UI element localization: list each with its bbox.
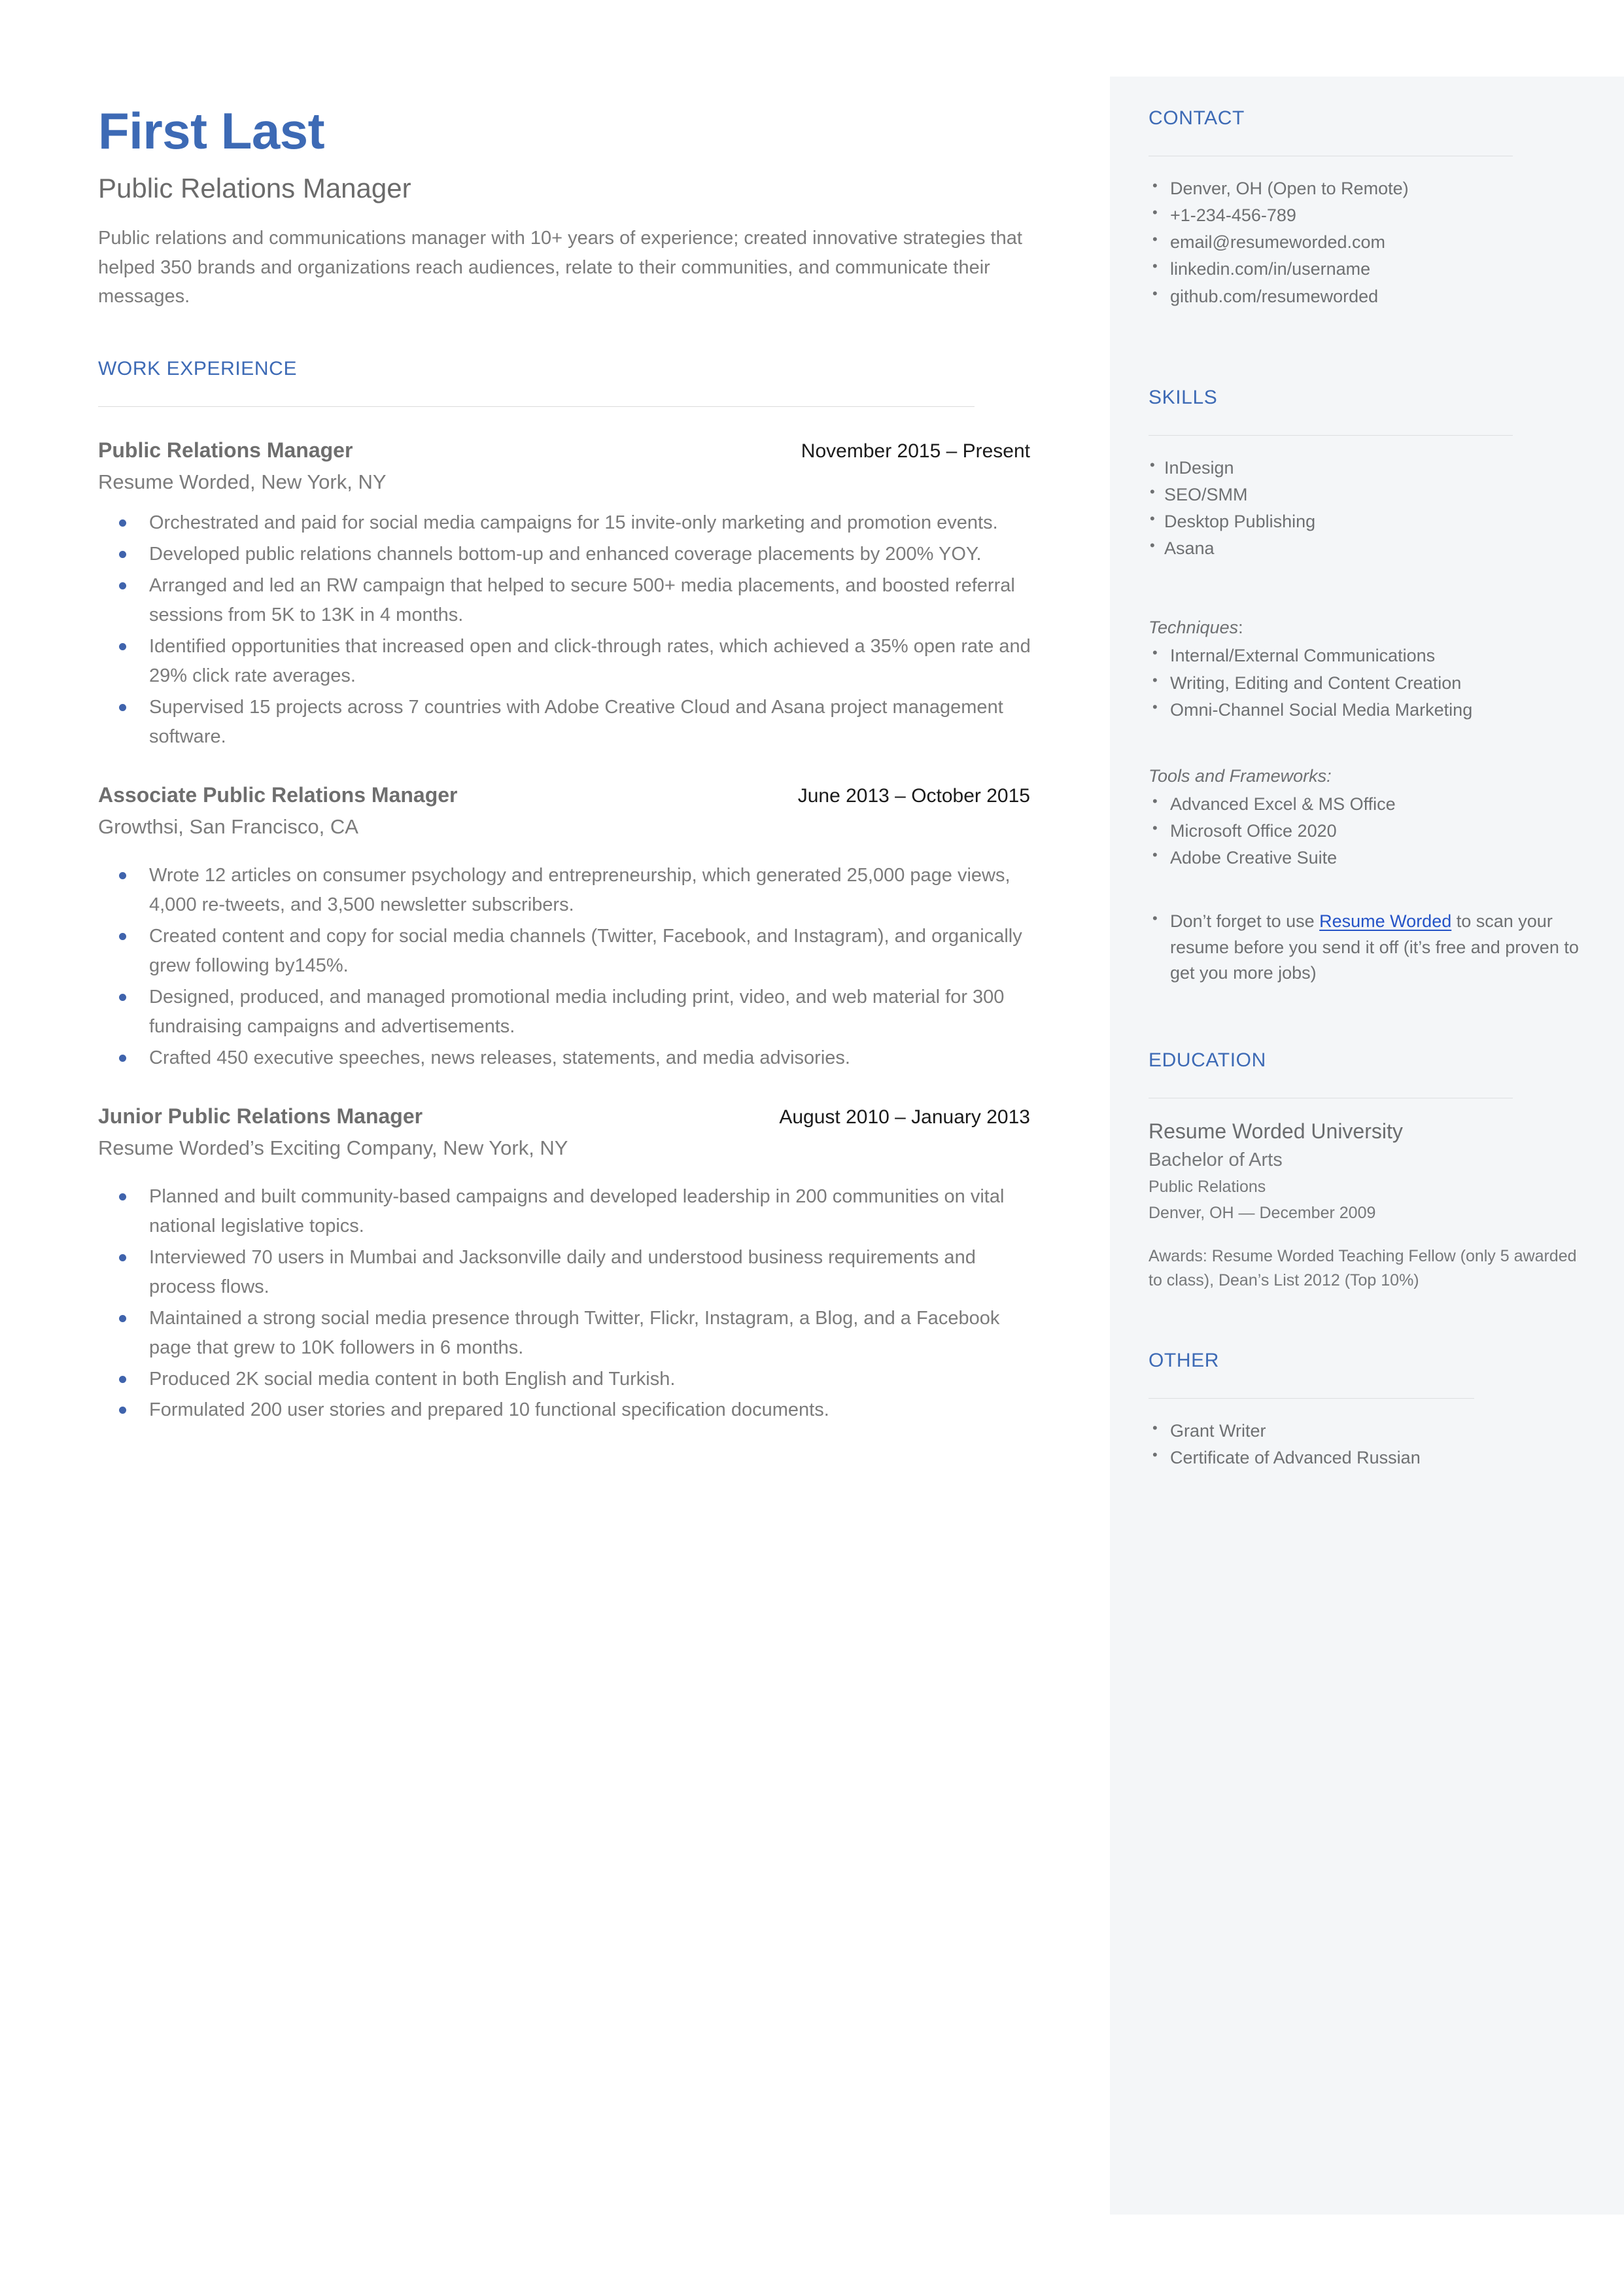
list-item: Microsoft Office 2020 [1149, 818, 1591, 844]
resume-page: CONTACT Denver, OH (Open to Remote) +1-2… [0, 0, 1624, 2295]
list-item: Asana [1149, 535, 1591, 561]
skills-heading: SKILLS [1149, 386, 1218, 408]
list-item: Planned and built community-based campai… [98, 1182, 1033, 1241]
education-awards: Awards: Resume Worded Teaching Fellow (o… [1149, 1246, 1577, 1290]
list-item: Adobe Creative Suite [1149, 845, 1591, 871]
job-company: Growthsi, San Francisco, CA [98, 815, 358, 838]
note-text: Don’t forget to use Resume Worded to sca… [1149, 908, 1591, 986]
work-experience-divider [98, 406, 975, 408]
job-company: Resume Worded, New York, NY [98, 470, 387, 494]
other-heading: OTHER [1149, 1349, 1219, 1371]
job-bullets: Wrote 12 articles on consumer psychology… [98, 861, 1033, 1073]
list-item: Identified opportunities that increased … [98, 632, 1033, 691]
list-item: +1-234-456-789 [1149, 202, 1591, 228]
other-section: OTHER Grant Writer Certificate of Advanc… [1149, 1350, 1591, 1471]
note-prefix: Don’t forget to use [1170, 911, 1320, 932]
other-divider [1149, 1397, 1474, 1399]
list-item: Internal/External Communications [1149, 642, 1591, 669]
list-item[interactable]: linkedin.com/in/username [1149, 256, 1591, 282]
sidebar-panel: CONTACT Denver, OH (Open to Remote) +1-2… [1110, 77, 1624, 2215]
list-item: Grant Writer [1149, 1418, 1591, 1444]
list-item: Writing, Editing and Content Creation [1149, 670, 1591, 696]
education-field: Public Relations [1149, 1178, 1266, 1197]
other-list: Grant Writer Certificate of Advanced Rus… [1149, 1418, 1591, 1471]
tools-list: Advanced Excel & MS Office Microsoft Off… [1149, 791, 1591, 871]
list-item: email@resumeworded.com [1149, 229, 1591, 255]
techniques-label: Techniques: [1149, 618, 1243, 638]
list-item: Denver, OH (Open to Remote) [1149, 175, 1591, 201]
techniques-list: Internal/External Communications Writing… [1149, 642, 1591, 723]
list-item: Developed public relations channels bott… [98, 540, 1033, 569]
job-bullets: Planned and built community-based campai… [98, 1182, 1033, 1426]
list-item: Crafted 450 executive speeches, news rel… [98, 1043, 1033, 1073]
job-dates: November 2015 – Present [801, 440, 1030, 463]
tools-label: Tools and Frameworks: [1149, 765, 1332, 786]
resume-worded-link[interactable]: Resume Worded [1319, 911, 1451, 931]
list-item: SEO/SMM [1149, 482, 1591, 508]
list-item: Produced 2K social media content in both… [98, 1365, 1033, 1394]
work-experience-heading: WORK EXPERIENCE [98, 358, 298, 380]
resume-worded-note: Don’t forget to use Resume Worded to sca… [1149, 908, 1591, 986]
job-entry: Junior Public Relations Manager August 2… [98, 1104, 1033, 1426]
job-role: Associate Public Relations Manager [98, 782, 458, 807]
skills-section: SKILLS InDesign SEO/SMM Desktop Publishi… [1149, 387, 1591, 562]
education-degree: Bachelor of Arts [1149, 1149, 1283, 1170]
page-title: First Last [98, 102, 325, 160]
list-item[interactable]: github.com/resumeworded [1149, 283, 1591, 309]
job-dates: June 2013 – October 2015 [797, 784, 1030, 807]
job-entry: Associate Public Relations Manager June … [98, 783, 1033, 1073]
education-school: Resume Worded University [1149, 1119, 1403, 1143]
job-dates: August 2010 – January 2013 [779, 1106, 1030, 1128]
job-header-row: Associate Public Relations Manager June … [98, 783, 1030, 807]
list-item: Desktop Publishing [1149, 508, 1591, 534]
job-bullets: Orchestrated and paid for social media c… [98, 508, 1033, 752]
list-item: Formulated 200 user stories and prepared… [98, 1395, 1033, 1425]
contact-section: CONTACT Denver, OH (Open to Remote) +1-2… [1149, 107, 1591, 309]
list-item: Arranged and led an RW campaign that hel… [98, 571, 1033, 630]
list-item: Maintained a strong social media presenc… [98, 1304, 1033, 1363]
job-header-row: Junior Public Relations Manager August 2… [98, 1104, 1030, 1129]
list-item: Orchestrated and paid for social media c… [98, 508, 1033, 538]
education-location-date: Denver, OH — December 2009 [1149, 1204, 1376, 1223]
header-job-title: Public Relations Manager [98, 172, 411, 203]
contact-list: Denver, OH (Open to Remote) +1-234-456-7… [1149, 175, 1591, 309]
contact-heading: CONTACT [1149, 107, 1245, 129]
education-section: EDUCATION Resume Worded University Bache… [1149, 1049, 1591, 1293]
skills-divider [1149, 434, 1513, 436]
tools-group: Tools and Frameworks: Advanced Excel & M… [1149, 763, 1591, 871]
header-summary: Public relations and communications mana… [98, 228, 1022, 307]
techniques-group: Techniques: Internal/External Communicat… [1149, 615, 1591, 723]
list-item: Omni-Channel Social Media Marketing [1149, 697, 1591, 723]
job-company: Resume Worded’s Exciting Company, New Yo… [98, 1136, 568, 1159]
list-item: Interviewed 70 users in Mumbai and Jacks… [98, 1243, 1033, 1302]
main-column: First Last Public Relations Manager Publ… [98, 102, 1033, 1427]
list-item: Wrote 12 articles on consumer psychology… [98, 861, 1033, 920]
list-item: InDesign [1149, 455, 1591, 481]
skills-list: InDesign SEO/SMM Desktop Publishing Asan… [1149, 455, 1591, 562]
list-item: Certificate of Advanced Russian [1149, 1445, 1591, 1471]
job-role: Public Relations Manager [98, 438, 353, 463]
list-item: Supervised 15 projects across 7 countrie… [98, 693, 1033, 752]
list-item: Advanced Excel & MS Office [1149, 791, 1591, 817]
list-item: Designed, produced, and managed promotio… [98, 983, 1033, 1042]
job-header-row: Public Relations Manager November 2015 –… [98, 438, 1030, 463]
job-role: Junior Public Relations Manager [98, 1104, 423, 1128]
list-item: Created content and copy for social medi… [98, 922, 1033, 981]
sidebar-content: CONTACT Denver, OH (Open to Remote) +1-2… [1149, 107, 1591, 1472]
job-entry: Public Relations Manager November 2015 –… [98, 438, 1033, 752]
education-heading: EDUCATION [1149, 1049, 1266, 1071]
